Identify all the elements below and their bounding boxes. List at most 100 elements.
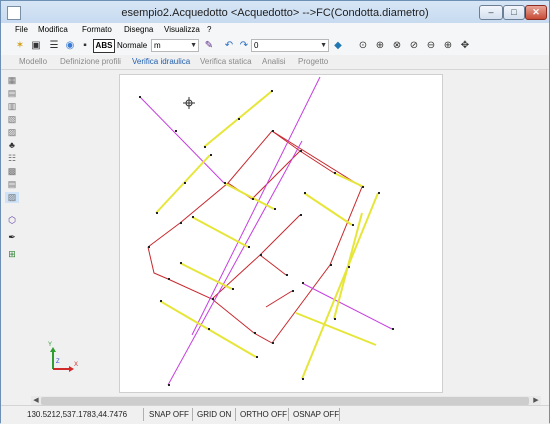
node [184, 182, 186, 184]
redo-icon[interactable]: ↷ [237, 39, 251, 53]
x-axis-label: X [74, 362, 79, 368]
node [272, 342, 274, 344]
node [139, 96, 141, 98]
grid-toggle[interactable]: GRID ON [197, 410, 231, 419]
snap-tool-icon[interactable]: ⊞ [5, 249, 19, 260]
node [272, 130, 274, 132]
node [248, 246, 250, 248]
tab-progetto[interactable]: Progetto [298, 57, 328, 66]
ortho-toggle[interactable]: ORTHO OFF [240, 410, 287, 419]
pen-tool-icon[interactable]: ✒ [5, 232, 19, 243]
osnap-toggle[interactable]: OSNAP OFF [293, 410, 339, 419]
zoom-window-icon[interactable]: ⊙ [356, 39, 370, 53]
tool-select-icon[interactable]: ▦ [5, 75, 19, 86]
yellow-pipe [303, 192, 353, 226]
toolbar: ✶ ▣ ☰ ◉ ▪ ABS Normale m ▼ ✎ ↶ ↷ 0 ▼ ◆ ⊙ ⊕ … [1, 37, 549, 55]
palette-icon[interactable]: ◉ [63, 39, 77, 53]
zoom-extents-icon[interactable]: ⊘ [407, 39, 421, 53]
undo-icon[interactable]: ↶ [222, 39, 236, 53]
node [148, 246, 150, 248]
menu-formato[interactable]: Formato [82, 25, 112, 34]
node [238, 118, 240, 120]
node [348, 266, 350, 268]
window-title: esempio2.Acquedotto <Acquedotto> -->FC(C… [121, 7, 429, 19]
node [168, 384, 170, 386]
yellow-pipes [155, 90, 379, 380]
node [271, 90, 273, 92]
yellow-pipe [179, 262, 233, 290]
close-button[interactable]: ✕ [525, 5, 547, 20]
tab-modello[interactable]: Modello [19, 57, 47, 66]
snap-icon[interactable]: ▣ [29, 39, 43, 53]
minimize-button[interactable]: – [479, 5, 503, 20]
node [352, 224, 354, 226]
node [300, 150, 302, 152]
tool-grid-icon[interactable]: ▩ [5, 166, 19, 177]
node [392, 328, 394, 330]
pipe-network-svg [139, 76, 394, 386]
tool-bars-icon[interactable]: ▤ [5, 179, 19, 190]
divider [192, 408, 193, 421]
zoom-all-icon[interactable]: ⊕ [373, 39, 387, 53]
node [212, 298, 214, 300]
pointer-icon[interactable]: ✶ [13, 39, 27, 53]
menu-file[interactable]: File [15, 25, 28, 34]
divider [339, 408, 340, 421]
menu-modifica[interactable]: Modifica [38, 25, 68, 34]
node [302, 378, 304, 380]
ucs-axes-icon: Y Z X [48, 342, 81, 373]
yellow-pipe [295, 312, 377, 346]
zoom-in-icon[interactable]: ⊕ [441, 39, 455, 53]
coordinates-readout: 130.5212,537.1783,44.7476 [27, 410, 128, 419]
node [330, 264, 332, 266]
menu-help[interactable]: ? [207, 25, 211, 34]
status-bar: 130.5212,537.1783,44.7476 SNAP OFF GRID … [1, 405, 549, 424]
maximize-button[interactable]: □ [503, 5, 525, 20]
drawing-canvas[interactable] [119, 74, 443, 393]
tab-verifica-statica[interactable]: Verifica statica [200, 57, 252, 66]
tool-node-icon[interactable]: ▤ [5, 88, 19, 99]
polygon-tool-icon[interactable]: ⬡ [5, 215, 19, 226]
layer-select[interactable]: 0 ▼ [251, 39, 329, 52]
magenta-pipe [301, 282, 393, 330]
red-pipe [259, 214, 301, 256]
menu-visualizza[interactable]: Visualizza [164, 25, 200, 34]
divider [143, 408, 144, 421]
tool-person-icon[interactable]: ♣ [5, 140, 19, 151]
node [232, 288, 234, 290]
node [334, 318, 336, 320]
yellow-pipe [333, 172, 365, 188]
node [180, 222, 182, 224]
abs-toggle-button[interactable]: ABS [93, 39, 115, 53]
yellow-pipe [223, 182, 275, 210]
tool-edit-icon[interactable]: ▨ [5, 192, 19, 203]
tool-list-icon[interactable]: ☷ [5, 153, 19, 164]
line-color-icon[interactable]: ✎ [202, 39, 216, 53]
layer-manager-icon[interactable]: ◆ [331, 39, 345, 53]
tool-pipe-icon[interactable]: ▥ [5, 101, 19, 112]
pan-icon[interactable]: ✥ [458, 39, 472, 53]
node [224, 182, 226, 184]
zoom-out-icon[interactable]: ⊖ [424, 39, 438, 53]
node [378, 192, 380, 194]
node [286, 274, 288, 276]
layer-icon[interactable]: ☰ [47, 39, 61, 53]
unit-select[interactable]: m ▼ [151, 39, 199, 52]
zoom-previous-icon[interactable]: ⊗ [390, 39, 404, 53]
tab-definizione-profili[interactable]: Definizione profili [60, 57, 121, 66]
node [256, 356, 258, 358]
magenta-pipe [191, 76, 321, 336]
snap-toggle[interactable]: SNAP OFF [149, 410, 189, 419]
tab-analisi[interactable]: Analisi [262, 57, 286, 66]
menu-disegna[interactable]: Disegna [124, 25, 153, 34]
layer-select-value: 0 [254, 41, 259, 50]
save-icon[interactable]: ▪ [78, 39, 92, 53]
tab-verifica-idraulica[interactable]: Verifica idraulica [132, 57, 190, 66]
node [208, 328, 210, 330]
y-axis-label: Y [48, 342, 53, 348]
tool-chart-icon[interactable]: ▧ [5, 114, 19, 125]
scrollbar-thumb[interactable] [41, 397, 529, 405]
left-toolbox: ▦ ▤ ▥ ▧ ▨ ♣ ☷ ▩ ▤ ▨ ⬡ ✒ ⊞ [5, 75, 21, 275]
yellow-pipe [191, 216, 249, 248]
tool-table-icon[interactable]: ▨ [5, 127, 19, 138]
